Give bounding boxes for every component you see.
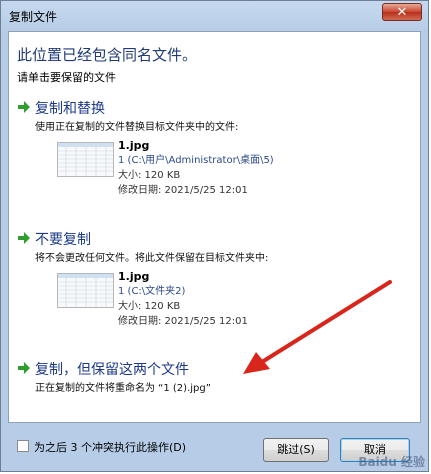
apply-to-all-label[interactable]: 为之后 3 个冲突执行此操作(D) (34, 439, 186, 455)
file-thumbnail (57, 142, 114, 177)
close-icon: ✕ (396, 5, 408, 20)
option-dont-copy[interactable]: 不要复制 将不会更改任何文件。将此文件保留在目标文件夹中: 1.jpg 1 (C… (17, 229, 412, 339)
green-arrow-icon (18, 232, 30, 244)
option-copy-and-replace[interactable]: 复制和替换 使用正在复制的文件替换目标文件夹中的文件: 1.jpg 1 (C:\… (17, 98, 412, 208)
close-button[interactable]: ✕ (382, 3, 422, 21)
title-bar[interactable]: 复制文件 ✕ (1, 1, 428, 31)
file-name: 1.jpg (118, 270, 150, 283)
file-path: 1 (C:\文件夹2) (118, 286, 186, 297)
file-thumbnail (57, 273, 114, 308)
file-path: 1 (C:\用户\Administrator\桌面\5) (118, 155, 274, 166)
dialog-heading: 此位置已经包含同名文件。 (17, 46, 198, 64)
file-modified: 修改日期: 2021/5/25 12:01 (118, 316, 248, 327)
dialog-subheading: 请单击要保留的文件 (17, 71, 116, 84)
dialog-content: 此位置已经包含同名文件。 请单击要保留的文件 复制和替换 使用正在复制的文件替换… (8, 31, 421, 423)
option-description: 正在复制的文件将重命名为 “1 (2).jpg” (35, 383, 211, 394)
option-keep-both[interactable]: 复制，但保留这两个文件 正在复制的文件将重命名为 “1 (2).jpg” (17, 359, 412, 401)
apply-to-all-checkbox[interactable] (17, 440, 29, 452)
skip-button[interactable]: 跳过(S) (263, 438, 329, 462)
watermark: Baidu 经验 (358, 455, 425, 469)
option-description: 将不会更改任何文件。将此文件保留在目标文件夹中: (35, 253, 269, 264)
option-description: 使用正在复制的文件替换目标文件夹中的文件: (35, 122, 239, 133)
file-details: 1.jpg 1 (C:\用户\Administrator\桌面\5) 大小: 1… (118, 138, 274, 198)
file-name: 1.jpg (118, 139, 150, 152)
green-arrow-icon (18, 362, 30, 374)
copy-file-dialog: 复制文件 ✕ 此位置已经包含同名文件。 请单击要保留的文件 复制和替换 使用正在… (0, 0, 429, 472)
file-size: 大小: 120 KB (118, 170, 181, 181)
option-title: 复制，但保留这两个文件 (35, 362, 189, 378)
file-details: 1.jpg 1 (C:\文件夹2) 大小: 120 KB 修改日期: 2021/… (118, 269, 248, 329)
green-arrow-icon (18, 101, 30, 113)
file-modified: 修改日期: 2021/5/25 12:01 (118, 185, 248, 196)
option-title: 不要复制 (35, 232, 91, 248)
window-title: 复制文件 (9, 10, 58, 24)
file-size: 大小: 120 KB (118, 301, 181, 312)
option-title: 复制和替换 (35, 101, 105, 117)
